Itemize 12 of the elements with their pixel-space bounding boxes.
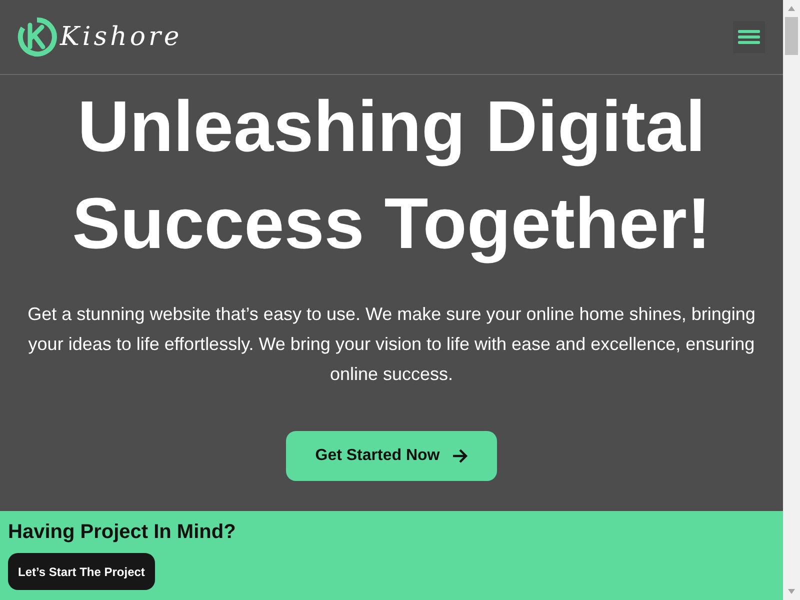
- menu-button[interactable]: [733, 20, 765, 53]
- logo-icon: [17, 16, 57, 57]
- hero-title: Unleashing Digital Success Together!: [71, 86, 712, 266]
- arrow-icon: [452, 448, 468, 463]
- cta-heading: Having Project In Mind?: [8, 521, 237, 544]
- hero-description: Get a stunning website that’s easy to use. We make sure your online home shines, bringing your ideas to life effortlessly. We bring your vision to life with ease and excellence, ensuring online success.: [26, 302, 756, 386]
- start-project-button[interactable]: Let’s Start The Project: [8, 553, 155, 590]
- scrollbar[interactable]: [783, 0, 800, 600]
- get-started-button[interactable]: Get Started Now: [286, 430, 497, 481]
- scrollbar-thumb[interactable]: [785, 17, 798, 55]
- logo-text[interactable]: Kishore: [60, 22, 182, 52]
- menu-icon: [738, 28, 760, 45]
